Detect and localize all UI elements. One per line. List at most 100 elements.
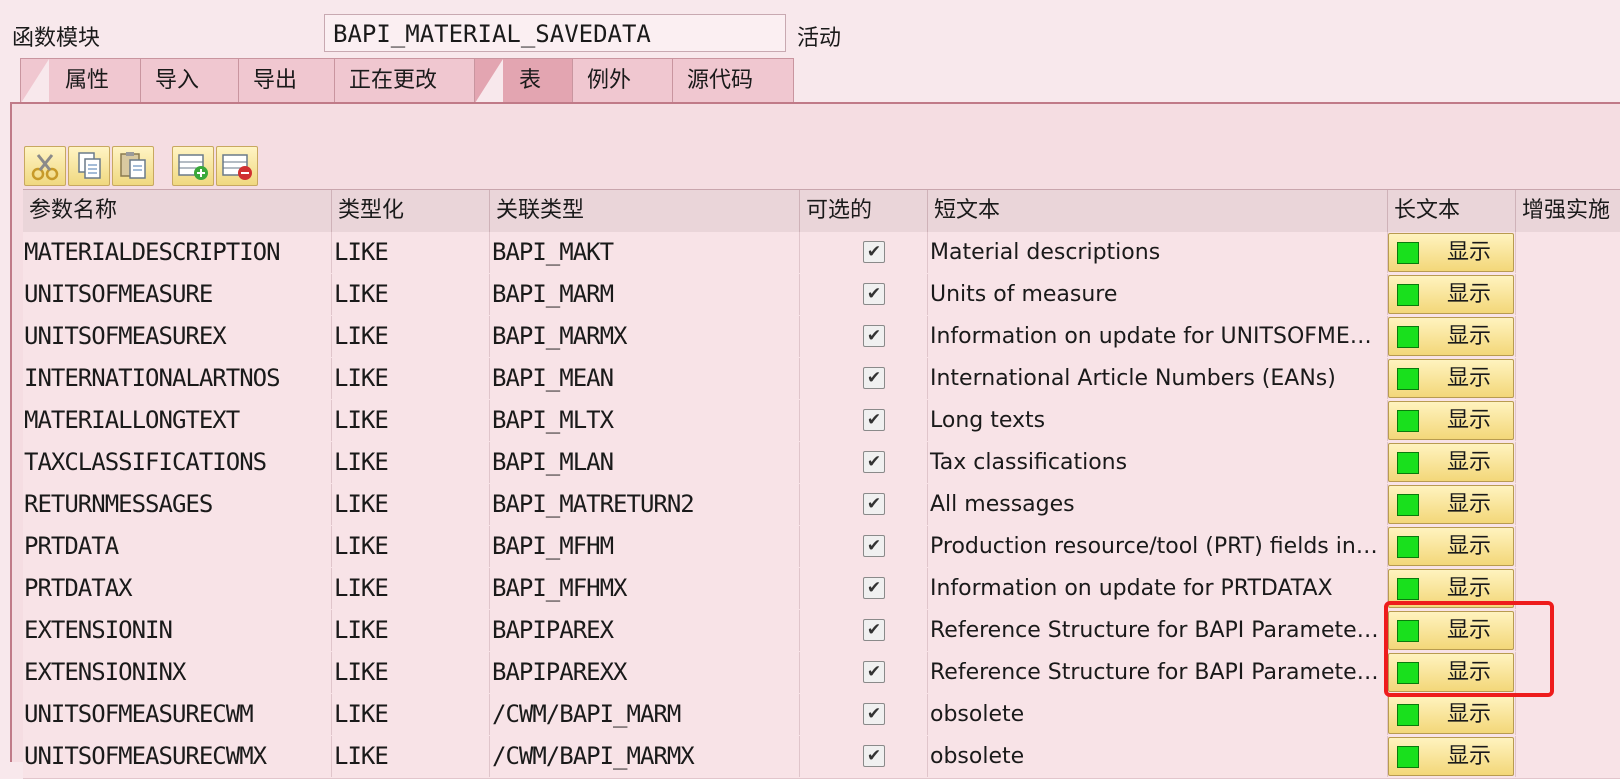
insert-row-button[interactable] — [172, 146, 214, 186]
table-row[interactable]: INTERNATIONALARTNOS LIKE BAPI_MEAN ✔ Interna… — [23, 358, 1620, 401]
optional-checkbox[interactable]: ✔ — [863, 745, 885, 767]
ref-type-cell[interactable]: BAPI_MAKT — [490, 232, 800, 273]
optional-checkbox[interactable]: ✔ — [863, 577, 885, 599]
optional-checkbox[interactable]: ✔ — [863, 535, 885, 557]
tab-exceptions[interactable]: 例外 — [572, 58, 674, 102]
short-text-cell[interactable]: Tax classifications — [928, 442, 1388, 483]
param-name-cell[interactable]: UNITSOFMEASURECWMX — [23, 736, 332, 777]
ref-type-cell[interactable]: BAPI_MLTX — [490, 400, 800, 441]
column-header-typing[interactable]: 类型化 — [332, 190, 490, 232]
short-text-cell[interactable]: Units of measure — [928, 274, 1388, 315]
short-text-cell[interactable]: International Article Numbers (EANs) — [928, 358, 1388, 399]
table-row[interactable]: RETURNMESSAGES LIKE BAPI_MATRETURN2 ✔ All me… — [23, 484, 1620, 527]
copy-button[interactable] — [68, 146, 110, 186]
table-row[interactable]: MATERIALDESCRIPTION LIKE BAPI_MAKT ✔ Materia… — [23, 232, 1620, 275]
param-name-cell[interactable]: INTERNATIONALARTNOS — [23, 358, 332, 399]
typing-cell[interactable]: LIKE — [332, 610, 490, 651]
optional-checkbox[interactable]: ✔ — [863, 661, 885, 683]
typing-cell[interactable]: LIKE — [332, 442, 490, 483]
param-name-cell[interactable]: TAXCLASSIFICATIONS — [23, 442, 332, 483]
param-name-cell[interactable]: PRTDATAX — [23, 568, 332, 609]
short-text-cell[interactable]: obsolete — [928, 694, 1388, 735]
param-name-cell[interactable]: MATERIALLONGTEXT — [23, 400, 332, 441]
column-header-short-text[interactable]: 短文本 — [928, 190, 1388, 232]
display-long-text-button[interactable]: 显示 — [1388, 443, 1514, 482]
table-row[interactable]: PRTDATAX LIKE BAPI_MFHMX ✔ Information on up… — [23, 568, 1620, 611]
function-module-name-field[interactable]: BAPI_MATERIAL_SAVEDATA — [324, 14, 786, 52]
tab-changing[interactable]: 正在更改 — [334, 58, 476, 102]
ref-type-cell[interactable]: BAPIPAREX — [490, 610, 800, 651]
typing-cell[interactable]: LIKE — [332, 358, 490, 399]
short-text-cell[interactable]: Production resource/tool (PRT) fields in… — [928, 526, 1388, 567]
column-header-optional[interactable]: 可选的 — [800, 190, 928, 232]
display-long-text-button[interactable]: 显示 — [1388, 233, 1514, 272]
short-text-cell[interactable]: Material descriptions — [928, 232, 1388, 273]
typing-cell[interactable]: LIKE — [332, 484, 490, 525]
ref-type-cell[interactable]: /CWM/BAPI_MARMX — [490, 736, 800, 777]
optional-checkbox[interactable]: ✔ — [863, 619, 885, 641]
param-name-cell[interactable]: EXTENSIONIN — [23, 610, 332, 651]
tab-attributes[interactable]: 属性 — [20, 58, 142, 103]
table-row[interactable]: EXTENSIONINX LIKE BAPIPAREXX ✔ Reference Str… — [23, 652, 1620, 695]
typing-cell[interactable]: LIKE — [332, 694, 490, 735]
short-text-cell[interactable]: Long texts — [928, 400, 1388, 441]
table-row[interactable]: UNITSOFMEASURECWMX LIKE/CWM/BAPI_MARMX ✔ ob… — [23, 736, 1620, 779]
typing-cell[interactable]: LIKE — [332, 232, 490, 273]
delete-row-button[interactable] — [216, 146, 258, 186]
optional-checkbox[interactable]: ✔ — [863, 241, 885, 263]
table-row[interactable]: MATERIALLONGTEXT LIKE BAPI_MLTX ✔ Long texts… — [23, 400, 1620, 443]
typing-cell[interactable]: LIKE — [332, 736, 490, 777]
display-long-text-button[interactable]: 显示 — [1388, 737, 1514, 776]
table-row[interactable]: UNITSOFMEASURE LIKE BAPI_MARM ✔ Units of mea… — [23, 274, 1620, 317]
typing-cell[interactable]: LIKE — [332, 568, 490, 609]
table-row[interactable]: UNITSOFMEASUREX LIKE BAPI_MARMX ✔ Informatio… — [23, 316, 1620, 359]
typing-cell[interactable]: LIKE — [332, 526, 490, 567]
ref-type-cell[interactable]: /CWM/BAPI_MARM — [490, 694, 800, 735]
param-name-cell[interactable]: EXTENSIONINX — [23, 652, 332, 693]
column-header-long-text[interactable]: 长文本 — [1388, 190, 1516, 232]
tab-import[interactable]: 导入 — [140, 58, 240, 102]
display-long-text-button[interactable]: 显示 — [1388, 275, 1514, 314]
param-name-cell[interactable]: UNITSOFMEASURE — [23, 274, 332, 315]
table-row[interactable]: TAXCLASSIFICATIONS LIKE BAPI_MLAN ✔ Tax clas… — [23, 442, 1620, 485]
optional-checkbox[interactable]: ✔ — [863, 325, 885, 347]
ref-type-cell[interactable]: BAPI_MEAN — [490, 358, 800, 399]
ref-type-cell[interactable]: BAPI_MFHMX — [490, 568, 800, 609]
optional-checkbox[interactable]: ✔ — [863, 451, 885, 473]
display-long-text-button[interactable]: 显示 — [1388, 485, 1514, 524]
param-name-cell[interactable]: UNITSOFMEASURECWM — [23, 694, 332, 735]
table-row[interactable]: PRTDATA LIKE BAPI_MFHM ✔ Production resource… — [23, 526, 1620, 569]
display-long-text-button[interactable]: 显示 — [1388, 527, 1514, 566]
column-header-enhancement[interactable]: 增强实施 — [1516, 190, 1620, 232]
param-name-cell[interactable]: MATERIALDESCRIPTION — [23, 232, 332, 273]
param-name-cell[interactable]: UNITSOFMEASUREX — [23, 316, 332, 357]
param-name-cell[interactable]: PRTDATA — [23, 526, 332, 567]
tab-source-code[interactable]: 源代码 — [672, 58, 794, 102]
table-row[interactable]: EXTENSIONIN LIKE BAPIPAREX ✔ Reference Struc… — [23, 610, 1620, 653]
ref-type-cell[interactable]: BAPI_MLAN — [490, 442, 800, 483]
optional-checkbox[interactable]: ✔ — [863, 703, 885, 725]
display-long-text-button[interactable]: 显示 — [1388, 695, 1514, 734]
table-row[interactable]: UNITSOFMEASURECWM LIKE/CWM/BAPI_MARM ✔ obso… — [23, 694, 1620, 737]
short-text-cell[interactable]: Reference Structure for BAPI Parameters … — [928, 652, 1388, 693]
display-long-text-button[interactable]: 显示 — [1388, 317, 1514, 356]
optional-checkbox[interactable]: ✔ — [863, 367, 885, 389]
typing-cell[interactable]: LIKE — [332, 316, 490, 357]
typing-cell[interactable]: LIKE — [332, 652, 490, 693]
display-long-text-button[interactable]: 显示 — [1388, 359, 1514, 398]
typing-cell[interactable]: LIKE — [332, 400, 490, 441]
short-text-cell[interactable]: Reference Structure for BAPI Parameters … — [928, 610, 1388, 651]
short-text-cell[interactable]: Information on update for PRTDATAX — [928, 568, 1388, 609]
param-name-cell[interactable]: RETURNMESSAGES — [23, 484, 332, 525]
ref-type-cell[interactable]: BAPI_MATRETURN2 — [490, 484, 800, 525]
ref-type-cell[interactable]: BAPI_MFHM — [490, 526, 800, 567]
optional-checkbox[interactable]: ✔ — [863, 493, 885, 515]
column-header-ref-type[interactable]: 关联类型 — [490, 190, 800, 232]
display-long-text-button[interactable]: 显示 — [1388, 401, 1514, 440]
optional-checkbox[interactable]: ✔ — [863, 283, 885, 305]
tab-tables[interactable]: 表 — [474, 58, 574, 103]
short-text-cell[interactable]: obsolete — [928, 736, 1388, 777]
ref-type-cell[interactable]: BAPI_MARM — [490, 274, 800, 315]
ref-type-cell[interactable]: BAPI_MARMX — [490, 316, 800, 357]
cut-button[interactable] — [24, 146, 66, 186]
